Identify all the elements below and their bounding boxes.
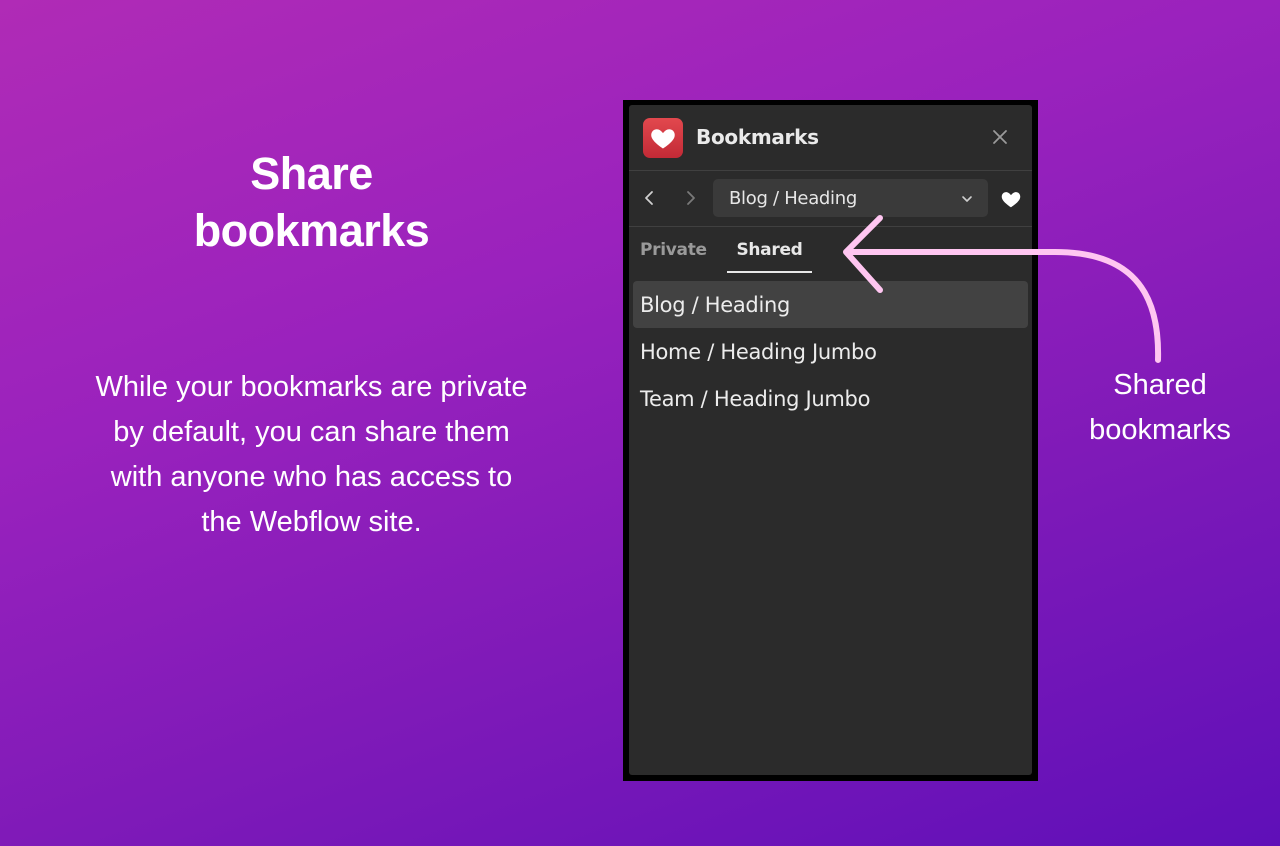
chevron-left-icon[interactable]	[639, 187, 661, 209]
close-icon[interactable]	[990, 127, 1010, 147]
panel-header: Bookmarks	[629, 105, 1032, 171]
promo-desc-line: the Webflow site.	[201, 506, 422, 538]
promo-title-line2: bookmarks	[193, 205, 430, 256]
promo-description: While your bookmarks are private by defa…	[50, 365, 573, 545]
promo-desc-line: with anyone who has access to	[110, 461, 513, 493]
chevron-right-icon[interactable]	[679, 187, 701, 209]
callout-line1: Shared	[1113, 369, 1207, 401]
promo-desc-line: While your bookmarks are private	[95, 371, 528, 403]
list-item[interactable]: Team / Heading Jumbo	[633, 375, 1028, 422]
arrow-shaft	[845, 249, 1162, 363]
tab-private[interactable]: Private	[640, 227, 707, 273]
panel-title: Bookmarks	[696, 125, 819, 149]
promo-desc-line: by default, you can share them	[113, 416, 510, 448]
app-logo	[643, 118, 683, 158]
callout-arrow	[843, 215, 1162, 363]
promo-title: Share bookmarks	[60, 145, 563, 259]
callout-label: Shared bookmarks	[1060, 363, 1260, 453]
heart-icon	[651, 129, 675, 149]
callout-line2: bookmarks	[1089, 414, 1231, 446]
promo-title-line1: Share	[250, 148, 373, 199]
tab-shared[interactable]: Shared	[727, 227, 812, 273]
